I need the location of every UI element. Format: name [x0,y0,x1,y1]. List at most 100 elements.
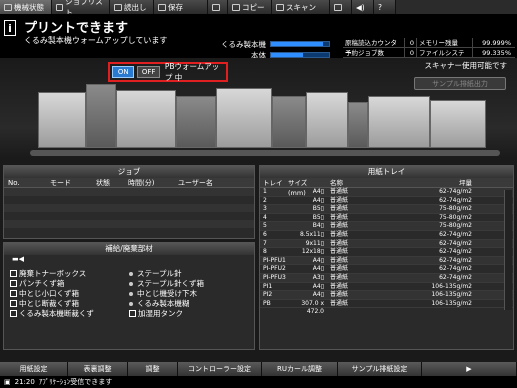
tab-help[interactable]: ? [374,0,396,14]
tray-paper-name: 普通紙 [330,213,349,221]
warmup-on-button[interactable]: ON [112,66,135,78]
tray-weight: 106-135g/m2 [431,299,472,307]
tray-row[interactable]: 8 12x18▯ 普通紙 62-74g/m2 [260,248,513,257]
tray-name: PI-PFU1 [263,256,286,264]
tray-name: 8 [263,248,267,256]
supply-staple-waste[interactable]: ステープル針くず箱 [129,279,248,288]
tray-size: 8.5x11▯ [299,230,324,238]
tray-name: PI1 [263,282,273,290]
tray-weight: 62-74g/m2 [439,256,472,264]
tab-hdd[interactable] [208,0,228,14]
tray-weight: 62-74g/m2 [439,248,472,256]
tray-weight: 62-74g/m2 [439,239,472,247]
main-body-unit[interactable] [176,96,216,148]
feeder-unit[interactable] [116,90,176,148]
supply-staple[interactable]: ステープル針 [129,269,248,278]
tray-row[interactable]: 4 B5▯ 普通紙 75-80g/m2 [260,214,513,223]
status-subtitle: くるみ製本機ウォームアップしています [24,36,168,45]
punch-unit[interactable] [306,92,348,148]
page-title: プリントできます [24,21,129,36]
feeder-unit[interactable] [38,92,86,148]
sample-output-button[interactable]: サンプル排紙出力 [414,77,506,90]
tray-paper-name: 普通紙 [330,299,349,307]
tray-row[interactable]: 7 9x11▯ 普通紙 62-74g/m2 [260,239,513,249]
supply-binder-trim[interactable]: くるみ製本機断裁くず [10,309,129,318]
tray-weight: 75-80g/m2 [439,213,472,221]
tab-copy[interactable]: コピー [228,0,272,14]
supply-humidifier-tank[interactable]: 加湿用タンク [129,309,248,318]
machine-base [30,150,500,156]
info-icon: i [4,20,16,36]
tray-size: 307.0 x 472.0 [301,299,324,316]
tray-weight: 62-74g/m2 [439,230,472,238]
tab-machine-status[interactable]: 機械状態 [0,0,52,14]
tray-name: PI-PFU2 [263,265,286,273]
binder-unit[interactable] [430,100,486,148]
inserter-unit[interactable] [348,102,368,148]
job-list-body[interactable] [4,188,254,236]
warmup-status: PBウォームアップ 中 [164,62,220,82]
tray-row[interactable]: PI-PFU1 A4▯ 普通紙 62-74g/m2 [260,256,513,266]
speaker-icon: ◀) [356,2,365,12]
tab-paper-setting[interactable]: 用紙設定 [0,362,68,376]
supply-punch-box[interactable]: パンチくず箱 [10,279,129,288]
job-panel-title: ジョブ [4,166,254,178]
stat-row: 予約ジョブ数 0 ファイルシステム残量 99.335% [343,48,515,67]
tab-save[interactable]: 保存 [154,0,208,14]
tray-row[interactable]: 5 B4▯ 普通紙 75-80g/m2 [260,222,513,231]
tray-row[interactable]: 2 A4▯ 普通紙 62-74g/m2 [260,197,513,206]
tray-row[interactable]: PI-PFU2 A4▯ 普通紙 62-74g/m2 [260,265,513,274]
clock-time: 21:20 [14,378,35,386]
tab-next-arrow[interactable]: ▶ [422,362,517,376]
tray-name: PI2 [263,291,273,299]
tray-size: A4▯ [312,282,324,290]
tray-row[interactable]: 3 B5▯ 普通紙 75-80g/m2 [260,205,513,214]
warmup-off-button[interactable]: OFF [137,66,160,78]
tray-size: A4▯ [312,196,324,204]
tray-row[interactable]: PI-PFU3 A3▯ 普通紙 62-74g/m2 [260,273,513,283]
tray-paper-name: 普通紙 [330,230,349,238]
tab-sample-output-setting[interactable]: サンプル排紙設定 [338,362,422,376]
tab-job-list[interactable]: ジョブリスト [52,0,110,17]
saddle-unit[interactable] [368,96,430,148]
tab-controller-setting[interactable]: コントローラー設定 [178,362,262,376]
meter-label-binder: くるみ製本機 [221,40,266,49]
tray-size: A3▯ [312,273,324,281]
tray-list: 1 A4▯ 普通紙 62-74g/m2 2 A4▯ 普通紙 62-74g/m2 3 B5▯ 普通紙 7… [260,188,513,316]
tray-name: PI-PFU3 [263,273,286,281]
tray-paper-name: 普通紙 [330,256,349,264]
supplies-panel-title: 補給/廃棄部材 [4,243,254,255]
tray-row[interactable]: PI2 A4▯ 普通紙 106-135g/m2 [260,291,513,300]
supply-saddle-board[interactable]: 中とじ機受け下木 [129,289,248,298]
supply-binder-glue[interactable]: くるみ製本機糊 [129,299,248,308]
supply-saddle-trim-box[interactable]: 中とじ断裁くず箱 [10,299,129,308]
tray-row[interactable]: PI1 A4▯ 普通紙 106-135g/m2 [260,283,513,292]
tray-panel-title: 用紙トレイ [260,166,513,178]
tab-adjust[interactable]: 調整 [128,362,178,376]
supplies-panel: 補給/廃棄部材 ▬◀ 廃棄トナーボックス ステープル針 パンチくず箱 ステープル… [3,242,255,350]
tab-settings[interactable] [330,0,352,14]
tab-scan[interactable]: スキャン [272,0,330,14]
tray-row[interactable]: PB 307.0 x 472.0 普通紙 106-135g/m2 [260,299,513,316]
supply-waste-toner[interactable]: 廃棄トナーボックス [10,269,129,278]
tray-row[interactable]: 6 8.5x11▯ 普通紙 62-74g/m2 [260,231,513,240]
tab-recall[interactable]: 読出し [110,0,154,14]
tray-weight: 62-74g/m2 [439,273,472,281]
meter-binder [270,41,330,47]
supply-saddle-edge-box[interactable]: 中とじ小口くず箱 [10,289,129,298]
tray-row[interactable]: 1 A4▯ 普通紙 62-74g/m2 [260,188,513,197]
tray-name: 4 [263,213,267,221]
tray-paper-name: 普通紙 [330,282,349,290]
tab-ru-curl-adjust[interactable]: RUカール調整 [262,362,338,376]
main-body-unit[interactable] [216,88,272,148]
job-table-header: No. モード 状態 時間(分) ユーザー名 [4,178,254,188]
tray-size: A4▯ [312,256,324,264]
tray-weight: 75-80g/m2 [439,205,472,213]
relay-unit[interactable] [272,96,306,148]
tab-front-back-adjust[interactable]: 表裏調整 [68,362,128,376]
tab-volume[interactable]: ◀) [352,0,374,14]
feeder-unit[interactable] [86,84,116,148]
tray-size: A4▯ [312,291,324,299]
tray-scrollbar[interactable] [504,190,512,310]
status-bar: ▣ 21:20 ｱﾌﾟﾘｹｰｼｮﾝ受信できます [0,376,517,388]
